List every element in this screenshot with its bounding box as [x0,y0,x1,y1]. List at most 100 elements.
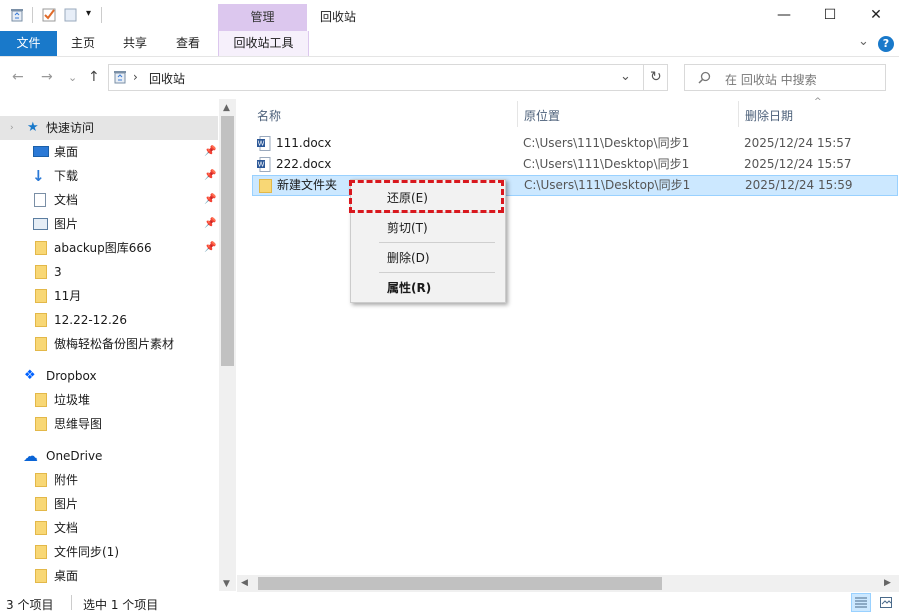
up-button[interactable]: ↑ [88,69,100,85]
sidebar-item-onedrive-4[interactable]: 桌面 [0,564,218,588]
file-date-deleted: 2025/12/24 15:57 [744,157,852,171]
tab-view[interactable]: 查看 [176,31,200,56]
sidebar-item-quick-2[interactable]: 文档 📌 [0,188,218,212]
folder-icon [35,417,47,431]
close-button[interactable]: ✕ [853,0,899,31]
sidebar-item-label: 附件 [54,473,79,487]
ribbon-collapse-icon[interactable]: ⌄ [858,34,869,49]
sidebar-item-dropbox[interactable]: ❖ Dropbox [0,364,218,388]
help-icon[interactable]: ? [878,36,894,52]
window-title: 回收站 [320,10,357,24]
sidebar-item-quick-1[interactable]: ↓ 下载 📌 [0,164,218,188]
sidebar-item-label: Dropbox [46,369,97,383]
tab-home[interactable]: 主页 [71,31,95,56]
recent-locations-button[interactable]: ⌄ [68,71,77,84]
large-icons-view-icon [880,597,892,608]
pin-icon[interactable]: 📌 [204,212,216,236]
status-divider [71,595,72,610]
folder-icon [35,473,47,487]
large-icons-view-button[interactable] [876,593,896,612]
properties-check-icon[interactable] [42,8,56,22]
menu-item-delete[interactable]: 删除(D) [387,246,430,270]
menu-item-properties[interactable]: 属性(R) [387,276,431,300]
sidebar-item-label: 3 [54,265,62,279]
expand-chevron-icon[interactable]: › [10,116,14,140]
customize-toolbar-icon[interactable]: ▾ [86,8,91,19]
sidebar-scroll-thumb[interactable] [221,116,234,366]
scroll-up-icon[interactable]: ▲ [223,103,230,113]
folder-icon [35,313,47,327]
manage-tab[interactable]: 管理 [218,4,307,31]
address-bar[interactable] [108,64,668,91]
pin-icon[interactable]: 📌 [204,236,216,260]
sidebar-item-onedrive-2[interactable]: 文档 [0,516,218,540]
sidebar-item-label: 文档 [54,521,79,535]
sidebar-item-quick-8[interactable]: 傲梅轻松备份图片素材 [0,332,218,356]
details-view-icon [855,597,867,608]
sidebar-item-label: 下载 [54,169,79,183]
folder-icon [35,569,47,583]
navigation-pane: › ★ 快速访问 桌面 📌 ↓ 下载 📌 文档 📌 图片 📌 abackup图库666 📌 3 11月 1… [0,99,236,591]
sidebar-item-label: 11月 [54,289,82,303]
recycle-bin-icon [114,71,126,84]
sidebar-item-onedrive-0[interactable]: 附件 [0,468,218,492]
sidebar-item-label: 思维导图 [54,417,103,431]
minimize-button[interactable]: — [761,0,807,31]
menu-item-cut[interactable]: 剪切(T) [387,216,428,240]
folder-icon [35,521,47,535]
sidebar-item-onedrive[interactable]: ☁ OneDrive [0,444,218,468]
maximize-button[interactable]: ☐ [807,0,853,31]
sidebar-item-label: 快速访问 [46,121,95,135]
onedrive-cloud-icon: ☁ [23,447,38,465]
sidebar-item-quick-7[interactable]: 12.22-12.26 [0,308,218,332]
sidebar-item-quick-access[interactable]: › ★ 快速访问 [0,116,218,140]
tab-recycle-bin-tools[interactable]: 回收站工具 [218,31,309,56]
word-document-icon: W [257,157,271,172]
address-dropdown-icon[interactable]: ⌄ [620,69,631,84]
file-row[interactable]: W 222.docx C:\Users\111\Desktop\同步1 2025/12… [252,154,898,175]
scroll-left-icon[interactable]: ◀ [241,578,248,588]
star-icon: ★ [27,120,39,135]
pin-icon[interactable]: 📌 [204,188,216,212]
documents-icon [34,193,46,207]
sidebar-item-dropbox-0[interactable]: 垃圾堆 [0,388,218,412]
sidebar-item-label: 傲梅轻松备份图片素材 [54,337,175,351]
sidebar-item-quick-4[interactable]: abackup图库666 📌 [0,236,218,260]
scroll-right-icon[interactable]: ▶ [884,578,891,588]
column-divider[interactable] [517,101,518,127]
sort-ascending-icon: ^ [814,97,822,107]
sidebar-item-onedrive-1[interactable]: 图片 [0,492,218,516]
breadcrumb-separator[interactable]: › [133,70,138,84]
forward-button[interactable]: → [41,69,53,85]
dropbox-icon: ❖ [24,368,36,383]
new-folder-icon[interactable] [64,8,78,22]
sidebar-item-onedrive-3[interactable]: 文件同步(1) [0,540,218,564]
column-header-name[interactable]: 名称 [257,107,281,124]
download-icon: ↓ [32,167,45,185]
column-divider[interactable] [738,101,739,127]
breadcrumb-recycle-bin[interactable]: 回收站 [149,70,185,87]
status-selected-count: 选中 1 个项目 [83,598,159,612]
refresh-icon[interactable]: ↻ [650,69,662,85]
sidebar-item-dropbox-1[interactable]: 思维导图 [0,412,218,436]
svg-text:W: W [258,141,265,148]
pin-icon[interactable]: 📌 [204,140,216,164]
scroll-down-icon[interactable]: ▼ [223,579,230,589]
sidebar-item-quick-6[interactable]: 11月 [0,284,218,308]
back-button[interactable]: ← [12,69,24,85]
tab-share[interactable]: 共享 [123,31,147,56]
column-header-original-location[interactable]: 原位置 [524,107,560,124]
sidebar-item-quick-0[interactable]: 桌面 📌 [0,140,218,164]
horizontal-scroll-thumb[interactable] [258,577,662,590]
pin-icon[interactable]: 📌 [204,164,216,188]
tab-file[interactable]: 文件 [0,31,57,56]
annotation-highlight-box [349,180,504,213]
sidebar-item-label: 文件同步(1) [54,545,119,559]
details-view-button[interactable] [851,593,871,612]
column-header-date-deleted[interactable]: 删除日期 [745,107,793,124]
sidebar-item-quick-5[interactable]: 3 [0,260,218,284]
svg-text:W: W [258,162,265,169]
file-original-location: C:\Users\111\Desktop\同步1 [524,178,691,192]
sidebar-item-quick-3[interactable]: 图片 📌 [0,212,218,236]
file-row[interactable]: W 111.docx C:\Users\111\Desktop\同步1 2025/12… [252,133,898,154]
